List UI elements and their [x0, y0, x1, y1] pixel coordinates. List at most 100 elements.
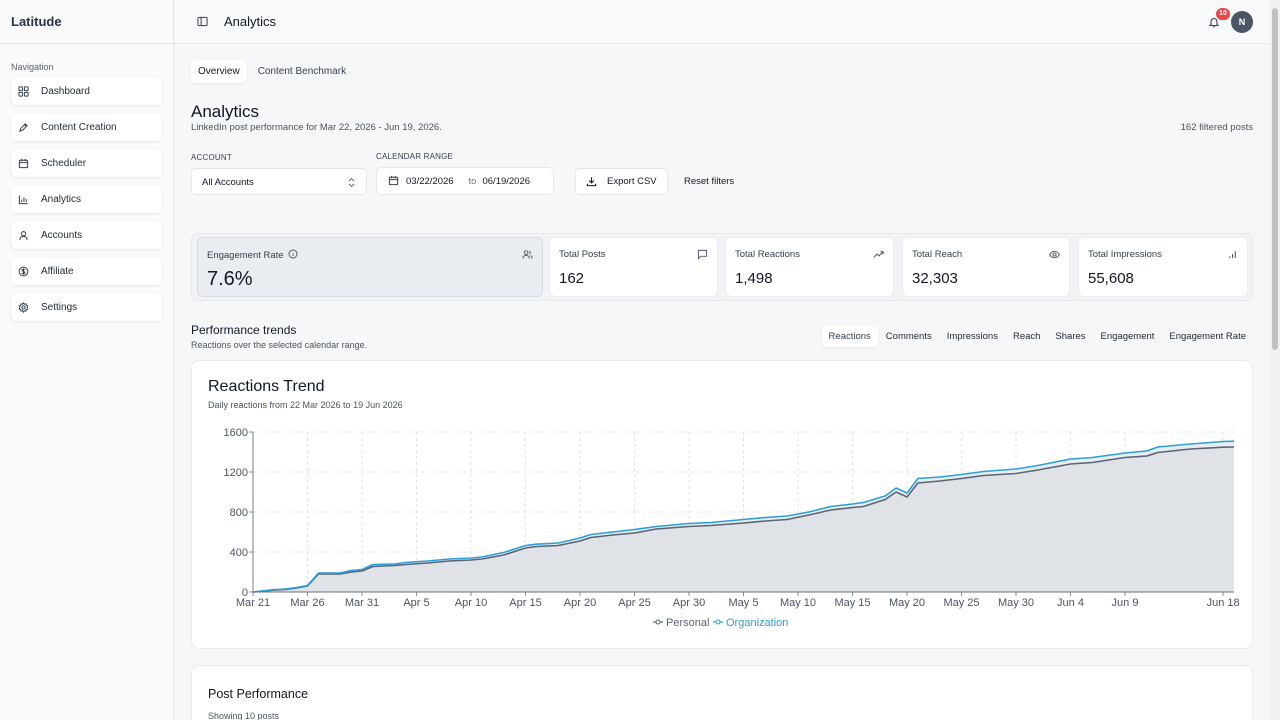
sidebar-item-affiliate[interactable]: Affiliate: [11, 258, 162, 285]
sidebar-item-label: Scheduler: [41, 158, 87, 169]
x-tick-label: Apr 5: [403, 597, 429, 609]
sidebar-item-label: Accounts: [41, 230, 83, 241]
performance-trends-title: Performance trends: [191, 323, 297, 337]
nav-heading: Navigation: [11, 62, 54, 72]
scrollbar[interactable]: [1270, 0, 1280, 720]
tab-engagement[interactable]: Engagement: [1094, 326, 1162, 347]
avatar[interactable]: N: [1231, 11, 1253, 33]
x-tick-label: Apr 25: [618, 597, 650, 609]
tab-engagement-rate[interactable]: Engagement Rate: [1162, 326, 1253, 347]
x-tick-label: May 30: [998, 597, 1034, 609]
user-icon: [17, 230, 29, 242]
message-icon: [697, 247, 708, 260]
tab-reach[interactable]: Reach: [1006, 326, 1047, 347]
eye-icon: [1049, 247, 1060, 259]
x-tick-label: Jun 9: [1112, 597, 1139, 609]
pen-icon: [17, 122, 29, 134]
brand-logo[interactable]: Latitude: [0, 0, 173, 44]
tab-shares[interactable]: Shares: [1048, 326, 1092, 347]
account-select-value: All Accounts: [202, 177, 254, 188]
y-tick-label: 800: [230, 507, 248, 519]
kpi-label-text: Engagement Rate: [207, 250, 284, 261]
sidebar-item-accounts[interactable]: Accounts: [11, 222, 162, 249]
kpi-value: 7.6%: [207, 268, 253, 290]
x-tick-label: Mar 21: [236, 597, 270, 609]
date-to-label: to: [468, 175, 477, 187]
legend-swatch-marker: [655, 619, 661, 625]
dollar-icon: [17, 266, 29, 278]
x-tick-label: Apr 30: [673, 597, 705, 609]
calendar-icon: [388, 175, 400, 187]
post-performance-subtitle: Showing 10 posts: [208, 711, 280, 720]
sidebar: Latitude Navigation Dashboard Content Cr…: [0, 0, 174, 720]
legend-label: Personal: [666, 617, 709, 629]
tab-comments[interactable]: Comments: [879, 326, 939, 347]
metric-tabs: Reactions Comments Impressions Reach Sha…: [821, 325, 1253, 347]
reactions-trend-card: Reactions Trend Daily reactions from 22 …: [191, 360, 1253, 649]
performance-trends-subtitle: Reactions over the selected calendar ran…: [191, 340, 368, 350]
kpi-label: Total Reactions: [735, 249, 800, 260]
sidebar-toggle-icon[interactable]: [196, 16, 208, 28]
kpi-engagement-rate[interactable]: Engagement Rate 7.6%: [197, 237, 543, 297]
x-tick-label: Jun 18: [1207, 597, 1240, 609]
sidebar-item-label: Settings: [41, 302, 78, 313]
notification-badge: 10: [1216, 8, 1230, 20]
reset-filters-button[interactable]: Reset filters: [684, 176, 734, 187]
sidebar-item-label: Dashboard: [41, 86, 90, 97]
account-select[interactable]: All Accounts: [191, 168, 367, 195]
tab-overview[interactable]: Overview: [191, 60, 247, 83]
info-icon[interactable]: [288, 249, 298, 262]
scrollbar-thumb[interactable]: [1272, 8, 1278, 350]
y-tick-label: 400: [230, 547, 248, 559]
calendar-range-picker[interactable]: 03/22/2026 to 06/19/2026: [376, 167, 554, 195]
date-to[interactable]: 06/19/2026: [482, 176, 530, 187]
tab-reactions[interactable]: Reactions: [821, 325, 878, 347]
x-tick-label: May 25: [943, 597, 979, 609]
kpi-total-reactions[interactable]: Total Reactions 1,498: [725, 237, 894, 297]
sidebar-item-label: Affiliate: [41, 266, 74, 277]
tab-content-benchmark[interactable]: Content Benchmark: [251, 60, 353, 83]
y-tick-label: 1200: [224, 467, 248, 479]
x-tick-label: Apr 10: [455, 597, 487, 609]
users-icon: [522, 247, 533, 259]
post-performance-title: Post Performance: [208, 687, 309, 701]
sidebar-item-content-creation[interactable]: Content Creation: [11, 114, 162, 141]
top-bar: Analytics 10 N: [174, 0, 1270, 44]
sidebar-item-dashboard[interactable]: Dashboard: [11, 78, 162, 105]
kpi-label: Total Posts: [559, 249, 606, 260]
x-tick-label: Jun 4: [1057, 597, 1084, 609]
download-icon: [586, 176, 598, 188]
sidebar-item-label: Content Creation: [41, 122, 117, 133]
gear-icon: [17, 302, 29, 314]
x-tick-label: Mar 26: [290, 597, 324, 609]
legend-swatch-marker: [715, 619, 721, 625]
bar-chart-icon: [1227, 247, 1238, 259]
account-label: ACCOUNT: [191, 153, 232, 162]
y-tick-label: 1600: [224, 427, 248, 439]
sidebar-item-scheduler[interactable]: Scheduler: [11, 150, 162, 177]
x-tick-label: May 20: [889, 597, 925, 609]
kpi-total-posts[interactable]: Total Posts 162: [549, 237, 718, 297]
sidebar-item-settings[interactable]: Settings: [11, 294, 162, 321]
sidebar-item-analytics[interactable]: Analytics: [11, 186, 162, 213]
kpi-total-impressions[interactable]: Total Impressions 55,608: [1078, 237, 1248, 297]
chevron-up-down-icon: [347, 177, 356, 191]
x-tick-label: Mar 31: [345, 597, 379, 609]
trending-up-icon: [873, 247, 884, 258]
kpi-value: 55,608: [1088, 270, 1134, 287]
filtered-count: 162 filtered posts: [1180, 122, 1253, 133]
reactions-trend-chart: 040080012001600Mar 21 Mar 26 Mar 31 Apr 5 Ap…: [224, 427, 1240, 629]
date-from[interactable]: 03/22/2026: [406, 176, 454, 187]
grid-icon: [17, 86, 29, 98]
x-tick-label: May 15: [834, 597, 870, 609]
export-csv-button[interactable]: Export CSV: [575, 168, 668, 195]
kpi-label: Engagement Rate: [207, 249, 298, 262]
page-heading: Analytics: [224, 14, 277, 29]
x-tick-label: Apr 20: [564, 597, 596, 609]
kpi-value: 1,498: [735, 270, 773, 287]
tab-impressions[interactable]: Impressions: [940, 326, 1005, 347]
post-performance-card: Post Performance Showing 10 posts: [191, 665, 1253, 720]
legend-label: Organization: [726, 617, 788, 629]
x-tick-label: May 10: [780, 597, 816, 609]
kpi-total-reach[interactable]: Total Reach 32,303: [902, 237, 1070, 297]
